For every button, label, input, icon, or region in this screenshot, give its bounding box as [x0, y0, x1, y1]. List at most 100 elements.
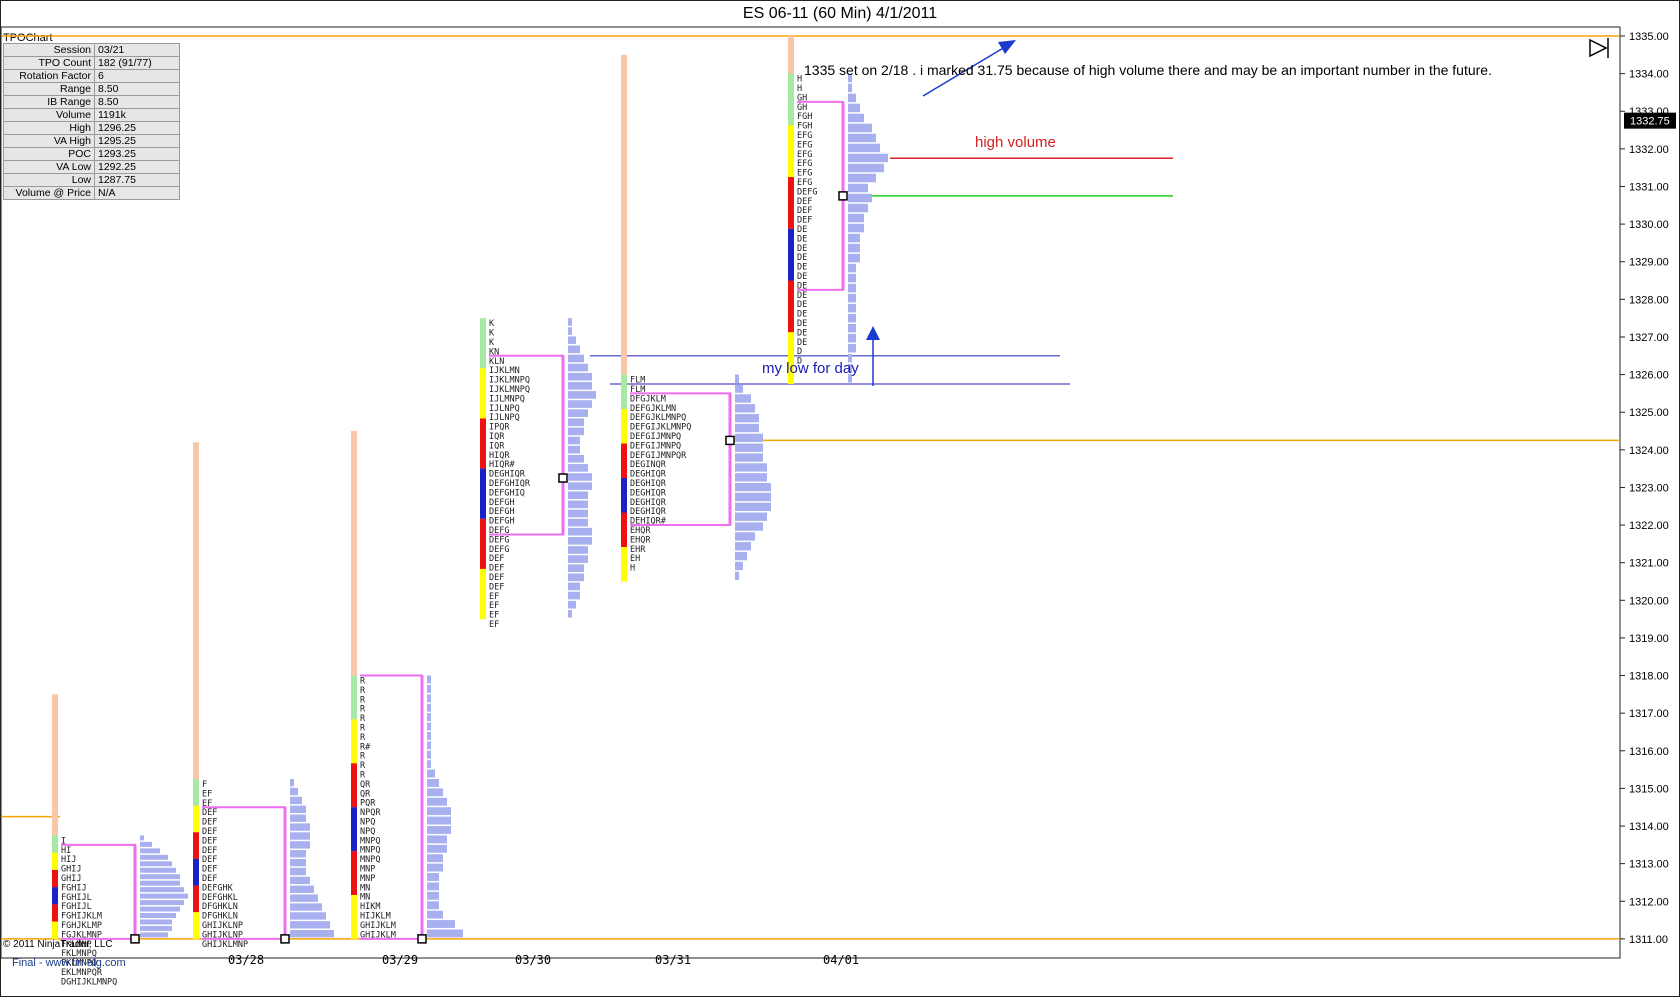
- volume-profile-bar: [290, 850, 306, 858]
- volume-profile-bar: [140, 932, 168, 938]
- my-low-annotation: my low for day: [762, 360, 859, 377]
- y-tick-label: 1325.00: [1629, 407, 1669, 419]
- volume-profile-bar: [568, 318, 572, 326]
- x-axis-label: 03/28: [228, 953, 264, 967]
- volume-profile-bar: [568, 473, 592, 481]
- volume-profile-bar: [568, 336, 576, 345]
- volume-profile-bar: [735, 482, 771, 492]
- session-period-segment: [52, 852, 58, 870]
- volume-profile-bar: [140, 925, 172, 931]
- session-period-segment: [480, 518, 486, 569]
- volume-profile-bar: [848, 163, 884, 173]
- volume-profile-bar: [568, 372, 592, 381]
- y-tick-label: 1320.00: [1629, 595, 1669, 607]
- volume-profile-bar: [427, 694, 431, 703]
- footer-link[interactable]: Final - www.fin-alg.com: [12, 957, 126, 969]
- volume-profile-bar: [848, 253, 860, 263]
- volume-profile-bar: [568, 363, 588, 372]
- volume-profile-bar: [427, 703, 431, 712]
- tpo-chart[interactable]: 1311.00 1312.00 1313.00 1314.00 1315.00 1316.…: [0, 0, 1680, 997]
- x-axis-label: 03/29: [382, 953, 418, 967]
- volume-profile-bar: [735, 394, 751, 403]
- volume-profile-bar: [290, 814, 306, 822]
- volume-profile-bar: [848, 273, 856, 283]
- volume-profile-bar: [290, 778, 294, 787]
- y-tick-label: 1324.00: [1629, 445, 1669, 457]
- volume-profile-bar: [140, 874, 180, 880]
- volume-profile-bar: [140, 841, 152, 847]
- volume-profile-bar: [290, 867, 306, 876]
- volume-profile-bar: [568, 427, 584, 436]
- volume-profile-bar: [427, 910, 443, 919]
- volume-profile-bar: [848, 93, 856, 103]
- volume-profile-bar: [140, 900, 184, 906]
- volume-profile-bar: [848, 303, 856, 313]
- current-price-label: 1332.75: [1630, 116, 1670, 128]
- volume-profile-bar: [290, 903, 322, 911]
- volume-profile-bar: [140, 854, 168, 860]
- session-period-segment: [193, 832, 199, 859]
- volume-profile-bar: [427, 797, 447, 806]
- volume-profile-bar: [735, 502, 771, 512]
- volume-profile-bar: [735, 512, 767, 521]
- volume-profile-bar: [427, 835, 447, 844]
- volume-profile-bar: [568, 518, 588, 527]
- volume-profile-bar: [568, 555, 588, 563]
- volume-profile-bar: [427, 722, 431, 731]
- tpo-row: EF: [489, 620, 499, 630]
- session-period-segment: [351, 763, 357, 808]
- y-tick-label: 1332.00: [1629, 144, 1669, 156]
- session-period-segment: [193, 778, 199, 806]
- y-tick-label: 1323.00: [1629, 482, 1669, 494]
- volume-profile-bar: [290, 858, 306, 867]
- volume-profile-bar: [427, 826, 451, 834]
- volume-profile-bar: [568, 418, 584, 427]
- volume-profile-bar: [568, 454, 584, 463]
- volume-profile-bar: [848, 143, 880, 153]
- volume-profile-bar: [848, 223, 864, 233]
- volume-profile-bar: [568, 354, 584, 363]
- volume-profile-bar: [427, 807, 451, 816]
- x-axis-label: 03/31: [655, 953, 691, 967]
- volume-profile-bar: [735, 571, 739, 580]
- poc-marker: [130, 934, 140, 944]
- session-period-segment: [351, 894, 357, 939]
- volume-profile-bar: [290, 805, 306, 814]
- volume-profile-bar: [735, 423, 759, 433]
- session-period-segment: [621, 443, 627, 479]
- volume-profile-bar: [427, 873, 439, 881]
- volume-profile-bar: [735, 374, 739, 383]
- volume-profile-bar: [568, 482, 592, 490]
- session-period-segment: [621, 374, 627, 410]
- volume-profile-bar: [427, 713, 431, 722]
- volume-profile-bar: [427, 929, 463, 938]
- volume-profile-bar: [735, 473, 767, 482]
- volume-profile-bar: [848, 123, 872, 133]
- volume-profile-bar: [848, 263, 856, 273]
- volume-profile-bar: [735, 532, 755, 541]
- volume-profile-bar: [848, 243, 860, 253]
- y-tick-label: 1317.00: [1629, 708, 1669, 720]
- volume-profile-bar: [140, 867, 176, 873]
- volume-profile-bar: [848, 333, 856, 343]
- tpo-row: DGHIJKLMNPQ: [61, 977, 117, 987]
- volume-profile-bar: [848, 103, 860, 113]
- poc-marker: [838, 191, 848, 201]
- session-period-segment: [621, 512, 627, 548]
- volume-profile-bar: [427, 675, 431, 684]
- session-period-segment: [52, 887, 58, 905]
- session-period-segment: [480, 318, 486, 369]
- y-tick-label: 1334.00: [1629, 69, 1669, 81]
- volume-profile-bar: [848, 133, 876, 143]
- volume-profile-bar: [427, 750, 431, 759]
- session-period-segment: [52, 869, 58, 888]
- volume-profile-bar: [568, 409, 588, 417]
- x-axis-label: 04/01: [823, 953, 859, 967]
- y-tick-label: 1322.00: [1629, 520, 1669, 532]
- volume-profile-bar: [735, 551, 747, 561]
- volume-profile-bar: [568, 546, 588, 554]
- volume-profile-bar: [290, 841, 310, 849]
- session-period-segment: [480, 418, 486, 469]
- session-period-segment: [193, 858, 199, 886]
- volume-profile-bar: [568, 527, 592, 536]
